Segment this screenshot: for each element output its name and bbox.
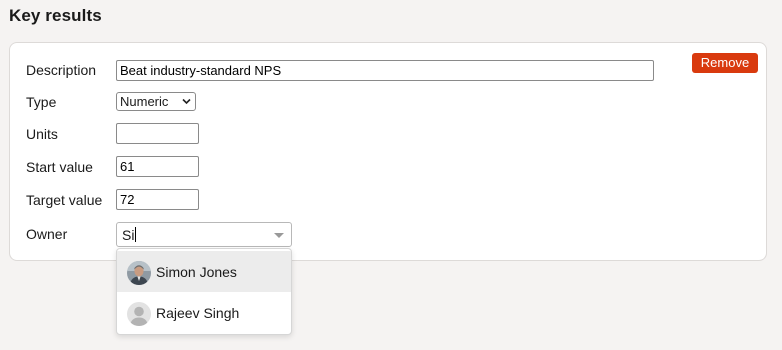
units-label: Units (26, 126, 58, 142)
target-value-label: Target value (26, 192, 103, 208)
section-title: Key results (9, 6, 102, 25)
option-label: Rajeev Singh (156, 305, 240, 321)
type-label: Type (26, 94, 57, 110)
avatar (127, 261, 151, 285)
units-input[interactable] (116, 123, 199, 144)
target-value-input[interactable] (116, 189, 199, 210)
start-value-input[interactable] (116, 156, 199, 177)
description-label: Description (26, 62, 97, 78)
type-select[interactable]: Numeric (116, 92, 196, 111)
owner-option-simon-jones[interactable]: Simon Jones (117, 251, 291, 292)
default-avatar-icon (127, 302, 151, 326)
owner-label: Owner (26, 226, 68, 242)
owner-search-input[interactable]: Si (122, 227, 137, 243)
start-value-label: Start value (26, 159, 93, 175)
owner-combobox[interactable]: Si (116, 222, 292, 247)
owner-option-rajeev-singh[interactable]: Rajeev Singh (117, 292, 291, 333)
owner-query-text: Si (122, 227, 135, 243)
description-input[interactable] (116, 60, 654, 81)
type-select-value: Numeric (120, 94, 169, 109)
remove-button[interactable]: Remove (692, 53, 758, 73)
avatar (127, 302, 151, 326)
chevron-down-icon (182, 98, 191, 105)
text-cursor (135, 227, 137, 242)
option-label: Simon Jones (156, 264, 237, 280)
user-photo-icon (127, 261, 151, 285)
page: Key results Remove Description Type Nume… (0, 0, 782, 350)
owner-dropdown-menu: Simon Jones Rajeev Singh (116, 248, 292, 335)
dropdown-arrow-icon[interactable] (274, 233, 284, 238)
